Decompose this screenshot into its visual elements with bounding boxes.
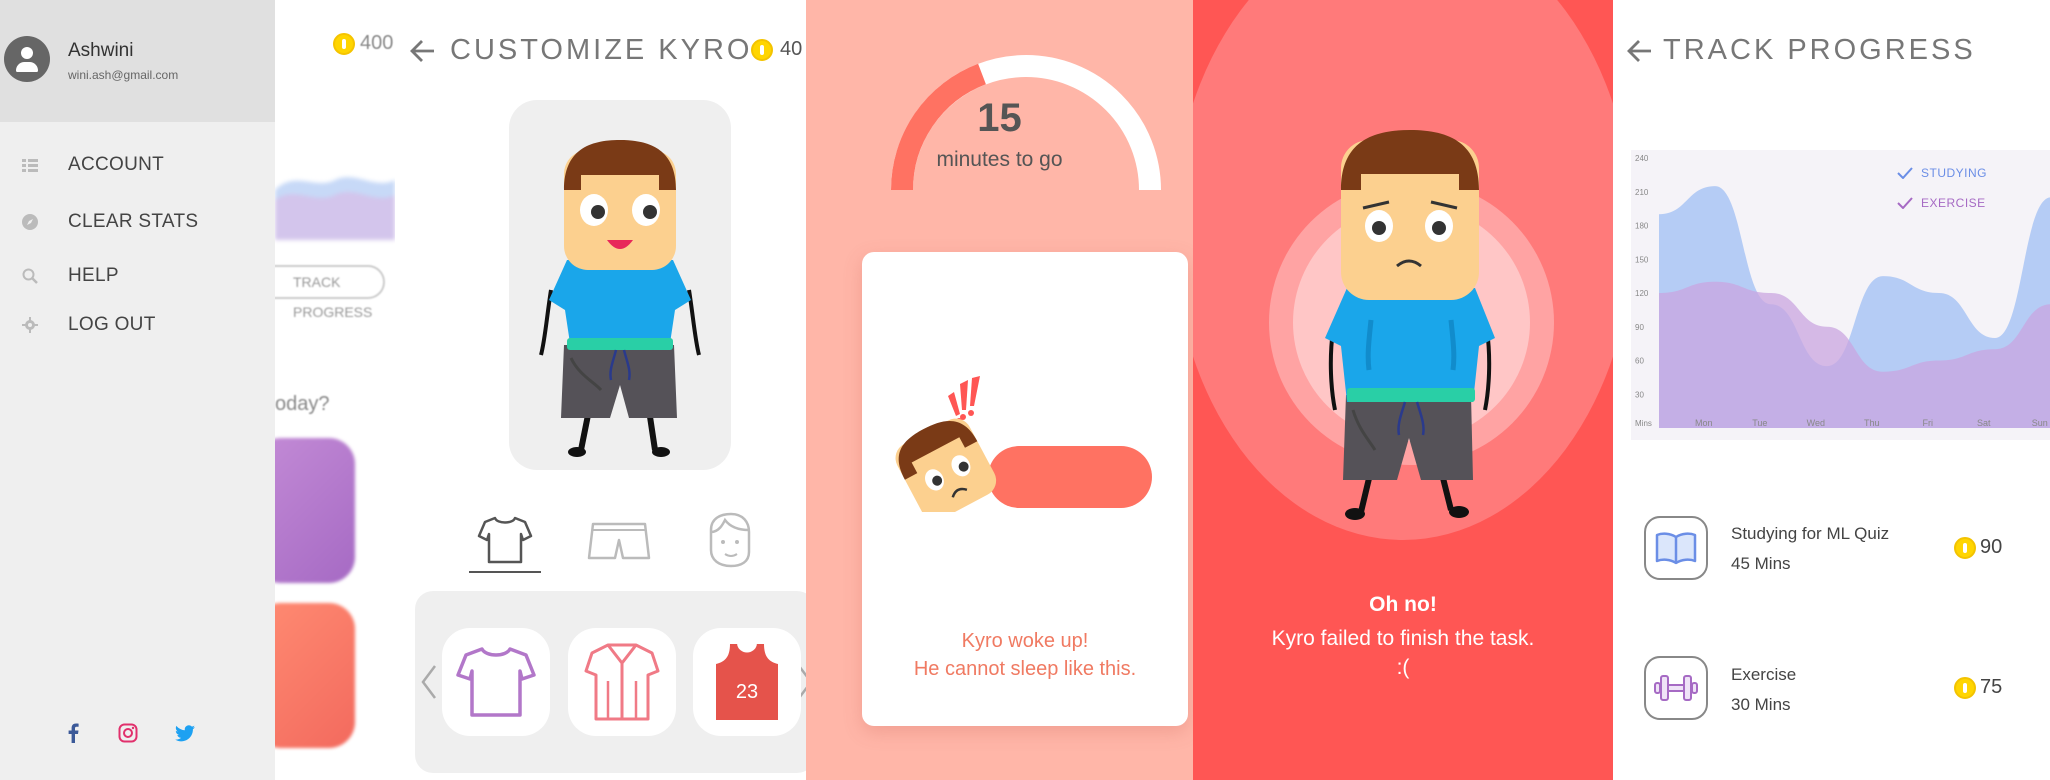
timer-label: minutes to go	[936, 148, 1063, 171]
task-name: Exercise	[1731, 665, 1797, 684]
page-title: CUSTOMIZE KYRO	[450, 34, 753, 66]
message-card: Kyro woke up! He cannot sleep like this.	[862, 252, 1188, 726]
background-coin-count: 400	[360, 32, 394, 54]
menu-item-account[interactable]: ACCOUNT	[0, 145, 275, 185]
legend-label: EXERCISE	[1921, 196, 1986, 210]
background-question-text: oday?	[275, 393, 330, 415]
active-tab-indicator	[469, 571, 541, 573]
fail-message: Kyro failed to finish the task.	[1271, 627, 1535, 650]
menu-label: LOG OUT	[68, 314, 156, 335]
y-tick-label: 210	[1635, 188, 1649, 197]
kyro-lying-character	[895, 376, 1152, 512]
message-line-1: Kyro woke up!	[961, 630, 1089, 652]
y-tick-label: 150	[1635, 255, 1649, 264]
background-home-screen: 400 TRACK PROGRESS oday?	[235, 0, 395, 780]
track-progress-screen: TRACK PROGRESS 30 60 90 120 150 180 210 240 Mins…	[1613, 0, 2050, 780]
tab-shorts[interactable]	[583, 505, 655, 575]
legend-item-exercise[interactable]: EXERCISE	[1897, 196, 1986, 210]
task-coins: 75	[1980, 676, 2003, 698]
shirt-icon	[477, 516, 533, 564]
face-icon	[709, 512, 751, 568]
progress-chart: 30 60 90 120 150 180 210 240 Mins Mon Tue Wed Thu Fri…	[1631, 150, 2050, 440]
tshirt-item-icon	[456, 647, 536, 717]
back-arrow-icon[interactable]	[410, 38, 436, 64]
jersey-item-icon: 23	[716, 643, 778, 720]
check-icon	[1897, 197, 1913, 209]
avatar[interactable]	[4, 36, 50, 82]
menu-label: ACCOUNT	[68, 154, 165, 175]
fail-title: Oh no!	[1369, 593, 1437, 616]
kyro-sad-character	[1325, 130, 1495, 520]
kyro-happy-character	[539, 140, 701, 457]
y-tick-label: 240	[1635, 154, 1649, 163]
instagram-icon[interactable]	[117, 722, 139, 744]
character-preview	[509, 100, 731, 470]
compass-icon	[22, 214, 38, 230]
user-name: Ashwini	[68, 40, 134, 61]
item-tshirt[interactable]	[442, 628, 550, 736]
y-tick-label: 60	[1635, 357, 1644, 366]
coin-icon	[333, 33, 355, 55]
header: TRACK PROGRESS	[1627, 34, 1976, 67]
book-icon	[1644, 516, 1708, 580]
y-tick-label: 120	[1635, 289, 1649, 298]
x-tick-label: Wed	[1807, 418, 1825, 428]
y-tick-label: 180	[1635, 222, 1649, 231]
drawer-screen: 400 TRACK PROGRESS oday? Ashwini wini.as…	[0, 0, 395, 780]
x-tick-label: Thu	[1864, 418, 1880, 428]
facebook-icon[interactable]	[62, 722, 84, 744]
task-duration: 45 Mins	[1731, 554, 1791, 573]
gear-icon	[22, 317, 38, 333]
legend-item-studying[interactable]: STUDYING	[1897, 166, 1987, 180]
button-shirt-item-icon	[584, 643, 660, 721]
coin-icon	[1954, 677, 1976, 699]
coin-icon	[751, 39, 773, 61]
dumbbell-icon	[1644, 656, 1708, 720]
menu-label: HELP	[68, 265, 119, 286]
menu-item-clear-stats[interactable]: CLEAR STATS	[0, 202, 275, 242]
customize-screen: CUSTOMIZE KYRO 40 23	[395, 0, 806, 780]
item-button-shirt[interactable]	[568, 628, 676, 736]
item-jersey[interactable]: 23	[693, 628, 801, 736]
task-failed-screen: Oh no! Kyro failed to finish the task. :…	[1193, 0, 1613, 780]
x-tick-label: Fri	[1923, 418, 1934, 428]
back-arrow-icon[interactable]	[1627, 38, 1653, 64]
fail-emoticon: :(	[1396, 656, 1410, 679]
x-tick-label: Mon	[1695, 418, 1713, 428]
task-coins: 90	[1980, 536, 2003, 558]
timer-value: 15	[977, 96, 1022, 140]
timer-screen: 15 minutes to go Kyro woke up! He cannot…	[806, 0, 1193, 780]
chevron-left-icon[interactable]	[419, 662, 439, 702]
coin-count: 40	[780, 38, 803, 60]
header: CUSTOMIZE KYRO	[410, 34, 753, 67]
y-tick-label: 90	[1635, 323, 1644, 332]
x-tick-label: Sun	[2032, 418, 2048, 428]
y-unit-label: Mins	[1635, 419, 1652, 428]
check-icon	[1897, 167, 1913, 179]
background-chart-preview	[275, 177, 395, 240]
jersey-number: 23	[736, 681, 758, 703]
drawer-header: Ashwini wini.ash@gmail.com	[0, 0, 275, 122]
page-title: TRACK PROGRESS	[1663, 34, 1976, 66]
shorts-icon	[587, 522, 651, 560]
y-tick-label: 30	[1635, 390, 1644, 399]
twitter-icon[interactable]	[174, 722, 196, 744]
coin-icon	[1954, 537, 1976, 559]
tab-shirt[interactable]	[469, 505, 541, 575]
tab-face[interactable]	[693, 505, 765, 575]
legend-label: STUDYING	[1921, 166, 1988, 180]
list-icon	[22, 157, 38, 173]
message-line-2: He cannot sleep like this.	[913, 658, 1137, 680]
navigation-drawer: Ashwini wini.ash@gmail.com ACCOUNT CLEAR…	[0, 0, 275, 780]
user-email: wini.ash@gmail.com	[68, 68, 179, 82]
task-duration: 30 Mins	[1731, 695, 1791, 714]
task-name: Studying for ML Quiz	[1731, 524, 1890, 543]
menu-item-log-out[interactable]: LOG OUT	[0, 305, 275, 345]
menu-item-help[interactable]: HELP	[0, 256, 275, 296]
x-tick-label: Sat	[1977, 418, 1991, 428]
search-icon	[22, 268, 38, 284]
menu-label: CLEAR STATS	[68, 211, 199, 232]
x-tick-label: Tue	[1752, 418, 1767, 428]
